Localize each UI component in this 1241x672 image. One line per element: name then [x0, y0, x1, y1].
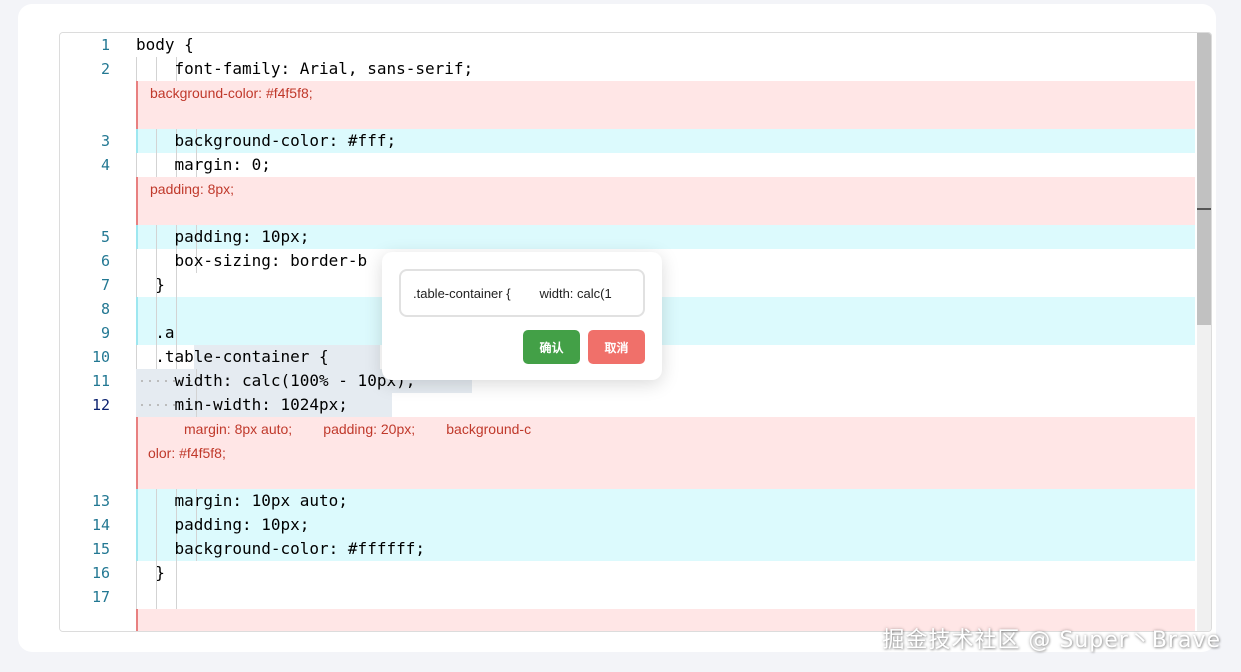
indent-guide [176, 585, 177, 609]
line-number: 13 [91, 492, 110, 510]
code-line[interactable]: 4 margin: 0; [60, 153, 1195, 177]
code-text: padding: 10px; [136, 515, 310, 534]
scrollbar-cursor-marker [1197, 208, 1211, 210]
indent-guide [136, 585, 137, 609]
added-line-background [136, 297, 1195, 321]
scrollbar-thumb[interactable] [1197, 33, 1211, 325]
indent-guide [156, 585, 157, 609]
code-text: box-sizing: border-b [136, 251, 368, 270]
code-text: font-family: Arial, sans-serif; [136, 59, 474, 78]
line-number: 15 [91, 540, 110, 558]
line-number: 8 [100, 300, 110, 318]
code-line[interactable]: 1 body { [60, 33, 1195, 57]
removed-code-text: padding: 8px; [150, 181, 235, 197]
added-line[interactable]: 14 padding: 10px; [60, 513, 1195, 537]
code-text: .a [136, 323, 175, 342]
line-number: 17 [91, 588, 110, 606]
cancel-button[interactable]: 取消 [588, 330, 645, 364]
line-number: 5 [100, 228, 110, 246]
line-number: 7 [100, 276, 110, 294]
code-text: body { [136, 35, 194, 54]
edit-popup: 确认 取消 [382, 252, 662, 380]
line-number: 1 [100, 36, 110, 54]
added-line[interactable]: 5 padding: 10px; [60, 225, 1195, 249]
removed-line: background-color: #f4f5f8; [60, 81, 1195, 129]
code-line[interactable]: 17 [60, 585, 1195, 609]
removed-line: padding: 8px; [60, 177, 1195, 225]
code-text: } [136, 275, 165, 294]
code-text: width: calc(100% - 10px); [136, 371, 416, 390]
confirm-button[interactable]: 确认 [523, 330, 580, 364]
code-line[interactable]: 2 font-family: Arial, sans-serif; [60, 57, 1195, 81]
line-number: 4 [100, 156, 110, 174]
added-line[interactable]: 3 background-color: #fff; [60, 129, 1195, 153]
code-text: margin: 10px auto; [136, 491, 348, 510]
code-text: padding: 10px; [136, 227, 310, 246]
line-number: 3 [100, 132, 110, 150]
indent-guide [156, 297, 157, 321]
added-line[interactable]: 13 margin: 10px auto; [60, 489, 1195, 513]
removed-line: margin: 8px auto; padding: 20px; backgro… [60, 417, 1195, 489]
indent-guide [176, 561, 177, 585]
line-number: 10 [91, 348, 110, 366]
indent-guide [176, 321, 177, 345]
code-text: margin: 0; [136, 155, 271, 174]
line-number: 12 [91, 396, 110, 414]
line-number: 16 [91, 564, 110, 582]
line-number: 6 [100, 252, 110, 270]
indent-guide [176, 297, 177, 321]
added-line-background [136, 321, 1195, 345]
line-number: 9 [100, 324, 110, 342]
code-text: min-width: 1024px; [136, 395, 348, 414]
code-line[interactable]: 16 } [60, 561, 1195, 585]
added-line[interactable]: 15 background-color: #ffffff; [60, 537, 1195, 561]
code-line[interactable]: 12 min-width: 1024px; [60, 393, 1195, 417]
line-number: 11 [91, 372, 110, 390]
code-text: background-color: #ffffff; [136, 539, 425, 558]
line-number: 14 [91, 516, 110, 534]
removed-code-text: background-color: #f4f5f8; [150, 85, 313, 101]
code-text: .table-container { [136, 347, 329, 366]
code-input[interactable] [399, 269, 645, 317]
code-text: } [136, 563, 165, 582]
code-text: background-color: #fff; [136, 131, 397, 150]
line-number: 2 [100, 60, 110, 78]
vertical-scrollbar[interactable] [1197, 33, 1211, 631]
indent-guide [176, 273, 177, 297]
removed-code-text: margin: 8px auto; padding: 20px; backgro… [148, 421, 532, 461]
watermark: 掘金技术社区 @ Super丶Brave [882, 628, 1221, 653]
